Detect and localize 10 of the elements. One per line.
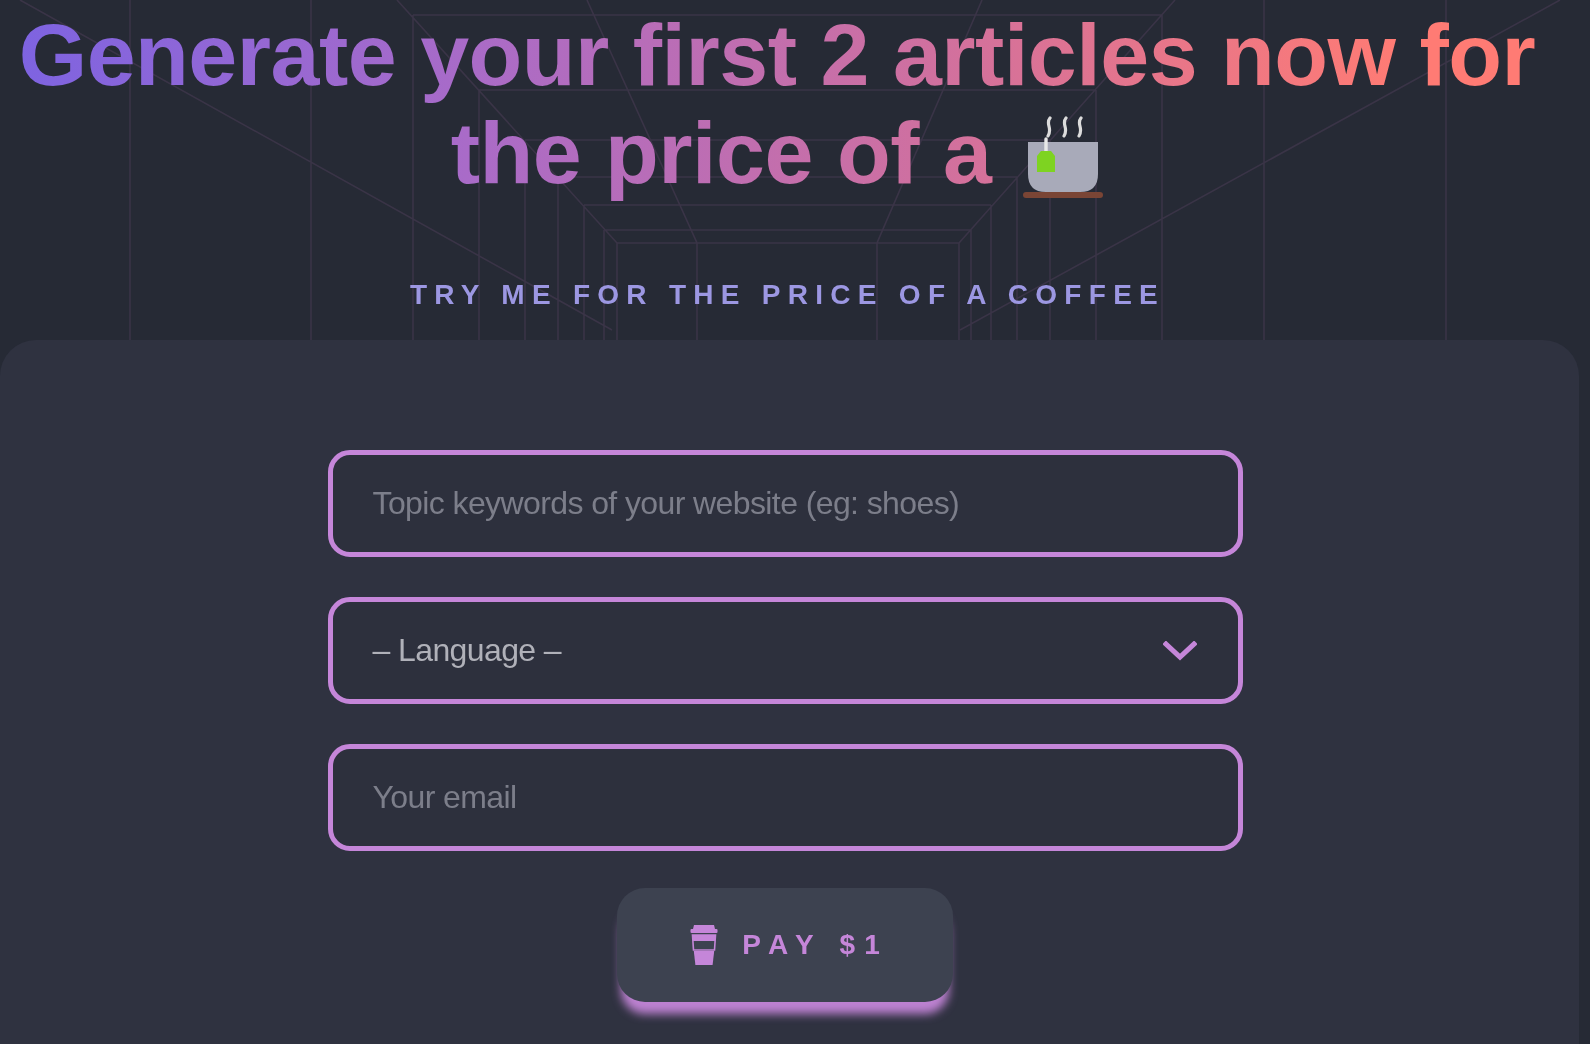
- tagline: TRY ME FOR THE PRICE OF A COFFEE: [408, 280, 1167, 310]
- chevron-down-icon: [1162, 640, 1197, 661]
- headline: the price of a: [450, 103, 992, 202]
- email-input[interactable]: Your email: [327, 744, 1243, 851]
- pay-button[interactable]: PAY $1: [617, 888, 953, 1002]
- headline: Generate your first 2 articles now for: [18, 5, 1536, 104]
- language-select[interactable]: – Language –: [327, 597, 1243, 704]
- teacup-icon: [1023, 116, 1104, 198]
- keywords-input[interactable]: Topic keywords of your website (eg: shoes): [327, 450, 1243, 557]
- coffee-cup-icon: [690, 924, 719, 966]
